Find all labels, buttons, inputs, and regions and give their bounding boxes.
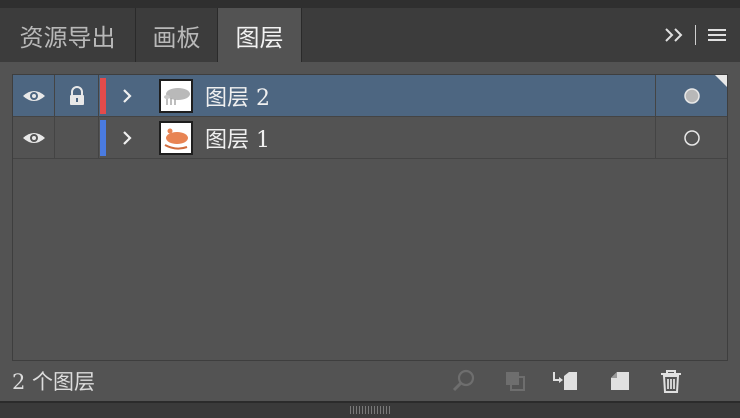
tab-asset-export[interactable]: 资源导出 [0, 8, 136, 62]
lock-toggle[interactable] [55, 117, 99, 158]
layer-list: 图层 2 图层 1 [12, 74, 728, 361]
new-layer-button[interactable] [605, 366, 635, 396]
tab-layers[interactable]: 图层 [218, 8, 302, 62]
layer-name[interactable]: 图层 1 [205, 117, 645, 158]
selected-art-indicator [715, 75, 727, 87]
visibility-toggle[interactable] [13, 75, 55, 116]
eye-icon [22, 90, 45, 101]
layer-row-layer-2[interactable]: 图层 2 [13, 75, 727, 117]
layer-count-label: 2 个图层 [12, 370, 96, 394]
layer-name[interactable]: 图层 2 [205, 75, 645, 116]
layers-panel: 资源导出 画板 图层 图层 2 图层 1 2 个图层 [0, 0, 740, 418]
tab-tools-divider [695, 25, 696, 45]
move-to-layer-button[interactable] [551, 366, 581, 396]
new-layer-icon [611, 372, 629, 390]
locate-object-button[interactable] [449, 366, 479, 396]
layer-thumbnail [159, 75, 193, 116]
visibility-toggle[interactable] [13, 117, 55, 158]
tab-tools [663, 8, 728, 62]
tab-bar: 资源导出 画板 图层 [0, 8, 740, 62]
chevron-right-icon [123, 130, 132, 145]
layer-thumbnail [159, 117, 193, 158]
make-clipping-mask-icon [506, 372, 525, 391]
panel-footer: 2 个图层 [0, 362, 740, 400]
chevron-right-icon [123, 88, 132, 103]
layer-color-indicator [100, 117, 106, 158]
eye-icon [22, 132, 45, 143]
expand-toggle[interactable] [113, 75, 141, 116]
move-to-layer-icon [553, 372, 577, 390]
target-button[interactable] [655, 117, 727, 158]
lock-icon [69, 85, 84, 105]
delete-layer-button[interactable] [656, 366, 686, 396]
layer-row-layer-1[interactable]: 图层 1 [13, 117, 727, 159]
tab-artboards[interactable]: 画板 [136, 8, 218, 62]
locate-object-icon [452, 369, 475, 392]
resize-grip[interactable] [350, 406, 390, 414]
lock-toggle[interactable] [55, 75, 99, 116]
resize-bar[interactable] [0, 401, 740, 418]
make-clipping-mask-button[interactable] [500, 366, 530, 396]
target-circle-icon [683, 129, 700, 146]
delete-layer-icon [661, 370, 681, 393]
hamburger-menu-icon[interactable] [706, 26, 728, 44]
double-chevron-right-icon[interactable] [663, 26, 685, 44]
panel-top-strip [0, 0, 740, 8]
target-circle-icon [683, 87, 700, 104]
expand-toggle[interactable] [113, 117, 141, 158]
layer-color-indicator [100, 75, 106, 116]
